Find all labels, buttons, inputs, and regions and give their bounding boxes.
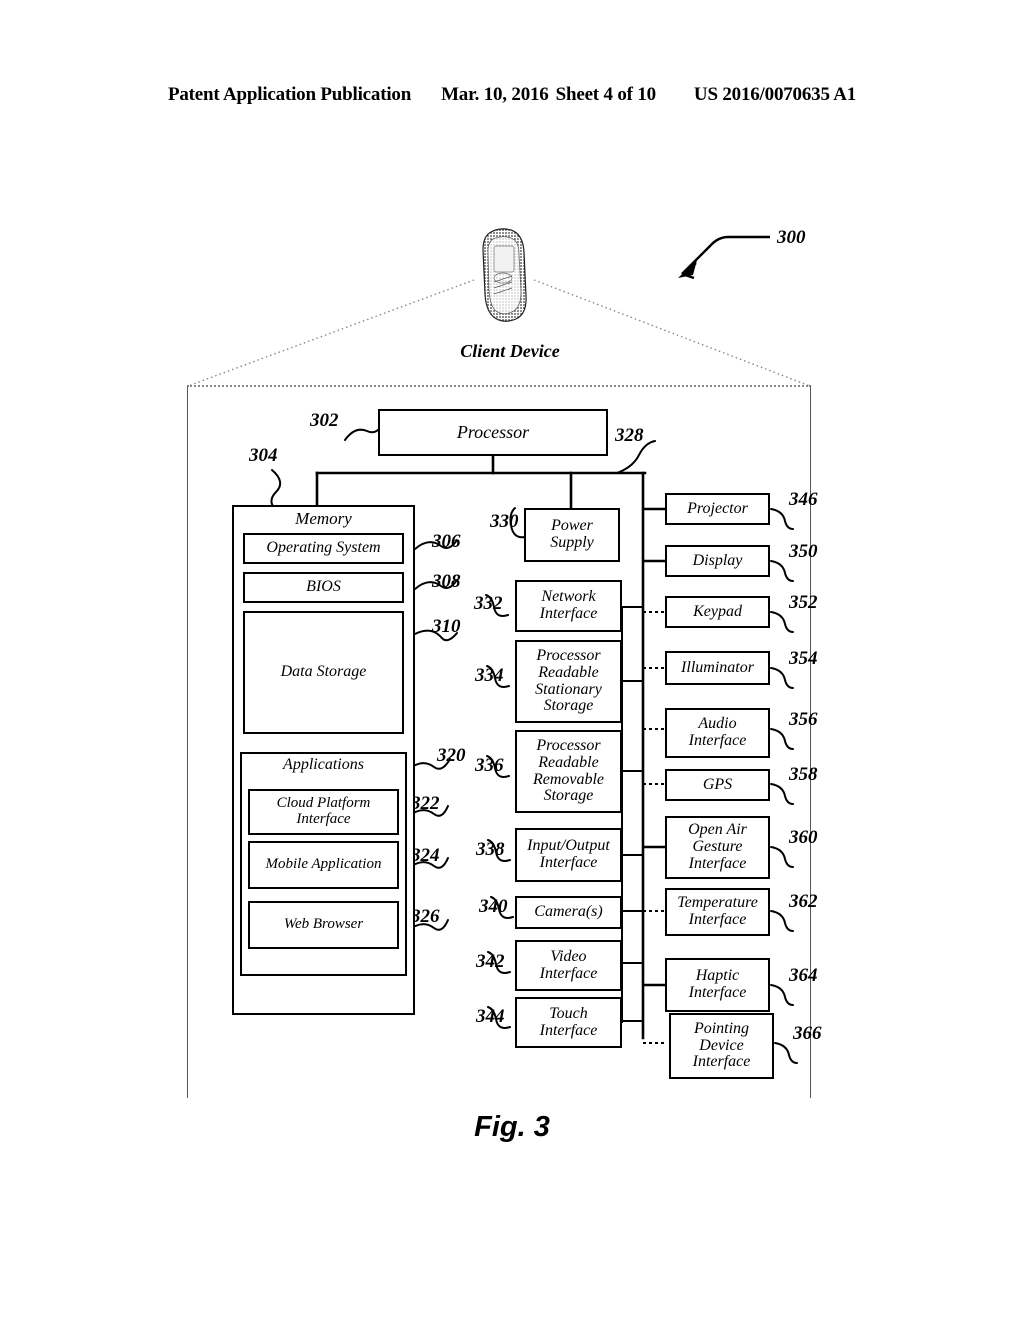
ref-326: 326 — [411, 906, 440, 927]
ref-308: 308 — [432, 571, 461, 592]
block-processor-readable-stationary-storage-label: Processor Readable Stationary Storage — [535, 646, 602, 715]
ref-350: 350 — [789, 541, 818, 562]
block-data-storage-label: Data Storage — [280, 663, 367, 681]
block-temperature-interface[interactable]: Temperature Interface — [665, 888, 770, 936]
ref-354: 354 — [789, 648, 818, 669]
block-projector[interactable]: Projector — [665, 493, 770, 525]
block-operating-system-label: Operating System — [266, 539, 381, 557]
block-display[interactable]: Display — [665, 545, 770, 577]
block-memory-label: Memory — [295, 509, 352, 528]
ref-306: 306 — [432, 531, 461, 552]
block-processor-label: Processor — [456, 421, 530, 442]
block-web-browser[interactable]: Web Browser — [248, 901, 399, 949]
ref-320: 320 — [437, 745, 466, 766]
block-pointing-device-interface-label: Pointing Device Interface — [692, 1019, 751, 1071]
ref-360: 360 — [789, 827, 818, 848]
figure-caption: Fig. 3 — [474, 1111, 550, 1143]
block-bios-label: BIOS — [306, 578, 341, 596]
block-audio-interface[interactable]: Audio Interface — [665, 708, 770, 758]
ref-358: 358 — [789, 764, 818, 785]
ref-338: 338 — [476, 839, 505, 860]
block-processor-readable-removable-storage[interactable]: Processor Readable Removable Storage — [515, 730, 622, 813]
block-operating-system[interactable]: Operating System — [243, 533, 404, 564]
ref-346: 346 — [789, 489, 818, 510]
ref-332: 332 — [474, 593, 503, 614]
ref-342: 342 — [476, 951, 505, 972]
block-audio-interface-label: Audio Interface — [688, 715, 747, 749]
block-illuminator-label: Illuminator — [681, 658, 754, 676]
ref-334: 334 — [475, 665, 504, 686]
block-data-storage[interactable]: Data Storage — [243, 611, 404, 734]
block-video-interface[interactable]: Video Interface — [515, 940, 622, 991]
block-gps-label: GPS — [702, 775, 733, 793]
block-processor-readable-stationary-storage[interactable]: Processor Readable Stationary Storage — [515, 640, 622, 723]
block-gps[interactable]: GPS — [665, 769, 770, 801]
ref-322: 322 — [411, 793, 440, 814]
ref-336: 336 — [475, 755, 504, 776]
ref-364: 364 — [789, 965, 818, 986]
page-header: Patent Application Publication Mar. 10, 2… — [0, 84, 1024, 114]
header-sheet: Sheet 4 of 10 — [555, 84, 657, 105]
block-power-supply-label: Power Supply — [550, 517, 594, 551]
block-applications-label: Applications — [283, 756, 364, 773]
ref-340: 340 — [479, 896, 508, 917]
patent-figure-page: Patent Application Publication Mar. 10, 2… — [0, 0, 1024, 1320]
block-projector-label: Projector — [687, 499, 748, 517]
block-network-interface[interactable]: Network Interface — [515, 580, 622, 632]
ref-328: 328 — [615, 425, 644, 446]
block-input-output-interface-label: Input/Output Interface — [527, 837, 610, 871]
block-open-air-gesture-interface[interactable]: Open Air Gesture Interface — [665, 816, 770, 879]
client-device-label: Client Device — [460, 341, 560, 361]
ref-366: 366 — [793, 1023, 822, 1044]
block-cloud-platform-interface[interactable]: Cloud Platform Interface — [248, 789, 399, 835]
ref-356: 356 — [789, 709, 818, 730]
ref-330: 330 — [490, 511, 519, 532]
block-cloud-platform-interface-label: Cloud Platform Interface — [276, 795, 371, 827]
block-mobile-application[interactable]: Mobile Application — [248, 841, 399, 889]
block-pointing-device-interface[interactable]: Pointing Device Interface — [669, 1013, 774, 1079]
block-open-air-gesture-interface-label: Open Air Gesture Interface — [688, 821, 747, 872]
ref-310: 310 — [432, 616, 461, 637]
block-power-supply[interactable]: Power Supply — [524, 508, 620, 562]
header-publication: Patent Application Publication — [167, 84, 412, 105]
header-date: Mar. 10, 2016 — [441, 84, 549, 105]
block-cameras-label: Camera(s) — [534, 903, 603, 921]
block-haptic-interface-label: Haptic Interface — [688, 967, 747, 1001]
ref-344: 344 — [476, 1006, 505, 1027]
block-haptic-interface[interactable]: Haptic Interface — [665, 958, 770, 1012]
block-input-output-interface[interactable]: Input/Output Interface — [515, 828, 622, 882]
block-processor[interactable]: Processor — [378, 409, 608, 456]
block-keypad[interactable]: Keypad — [665, 596, 770, 628]
block-touch-interface[interactable]: Touch Interface — [515, 997, 622, 1048]
header-patent-number: US 2016/0070635 A1 — [693, 84, 857, 105]
block-display-label: Display — [692, 551, 743, 569]
ref-362: 362 — [789, 891, 818, 912]
ref-300: 300 — [777, 227, 806, 248]
ref-352: 352 — [789, 592, 818, 613]
block-keypad-label: Keypad — [693, 602, 742, 620]
block-video-interface-label: Video Interface — [539, 947, 598, 982]
block-network-interface-label: Network Interface — [539, 588, 598, 622]
ref-324: 324 — [411, 845, 440, 866]
client-device-icon — [482, 228, 527, 322]
block-mobile-application-label: Mobile Application — [265, 856, 382, 873]
block-cameras[interactable]: Camera(s) — [515, 896, 622, 929]
ref-304: 304 — [249, 445, 278, 466]
block-web-browser-label: Web Browser — [283, 916, 364, 933]
block-touch-interface-label: Touch Interface — [539, 1004, 598, 1039]
block-temperature-interface-label: Temperature Interface — [677, 894, 758, 928]
block-bios[interactable]: BIOS — [243, 572, 404, 603]
ref-302: 302 — [310, 410, 339, 431]
block-processor-readable-removable-storage-label: Processor Readable Removable Storage — [532, 736, 605, 805]
block-illuminator[interactable]: Illuminator — [665, 651, 770, 685]
